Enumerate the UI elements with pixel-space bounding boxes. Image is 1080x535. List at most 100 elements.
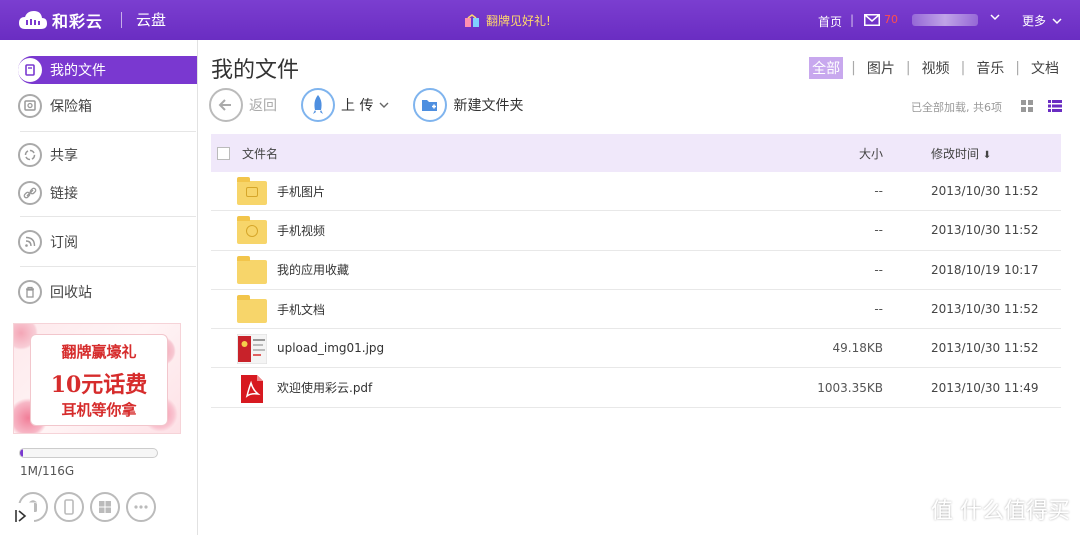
file-size: --: [874, 302, 883, 317]
back-button[interactable]: 返回: [209, 88, 277, 122]
link-icon: [18, 181, 42, 205]
list-view-icon[interactable]: [1048, 99, 1062, 113]
file-time: 2013/10/30 11:52: [931, 341, 1039, 356]
table-row[interactable]: 欢迎使用彩云.pdf 1003.35KB 2013/10/30 11:49: [211, 368, 1061, 408]
file-size: --: [874, 262, 883, 277]
more-label: 更多: [1022, 14, 1047, 28]
more-icon[interactable]: [126, 492, 156, 522]
file-table: 文件名 大小 修改时间 ⬇ 手机图片 -- 2013/10/30 11:52 手…: [211, 134, 1061, 408]
cloud-logo-icon: [19, 11, 47, 29]
column-header-name[interactable]: 文件名: [242, 145, 741, 162]
chevron-down-icon[interactable]: [990, 12, 1000, 22]
promo-subline: 耳机等你拿: [61, 401, 137, 419]
safe-icon: [18, 94, 42, 118]
upload-rocket-icon: [301, 88, 335, 122]
filter-all[interactable]: 全部: [809, 57, 844, 79]
new-folder-label: 新建文件夹: [453, 98, 524, 114]
table-row[interactable]: 我的应用收藏 -- 2018/10/19 10:17: [211, 251, 1061, 290]
storage-usage-text: 1M/116G: [20, 464, 75, 478]
sidebar-item-label: 订阅: [50, 235, 78, 251]
main-content: 我的文件 全部 | 图片 | 视频 | 音乐 | 文档 返回 上 传 新建文件夹…: [199, 40, 1080, 535]
sort-arrow-icon: ⬇: [982, 149, 992, 161]
sidebar-divider: [20, 216, 196, 217]
expand-arrow-icon: [15, 510, 27, 522]
sidebar-divider: [20, 266, 196, 267]
app-name: 云盘: [136, 11, 167, 29]
table-header: 文件名 大小 修改时间 ⬇: [211, 134, 1061, 172]
promo-banner[interactable]: 翻牌赢壕礼 10元话费 耳机等你拿: [13, 323, 181, 434]
sidebar-item-recycle-bin[interactable]: 回收站: [18, 278, 197, 306]
brand-logo[interactable]: 和彩云: [18, 8, 103, 32]
table-row[interactable]: 手机文档 -- 2013/10/30 11:52: [211, 290, 1061, 330]
video-folder-icon: [237, 216, 267, 245]
folder-icon: [237, 295, 267, 324]
filter-divider: |: [1015, 60, 1020, 76]
rss-icon: [18, 230, 42, 254]
file-size: --: [874, 184, 883, 199]
sidebar-item-label: 链接: [50, 186, 78, 202]
top-bar: 和彩云 云盘 翻牌见好礼! 首页 | 70 更多: [0, 0, 1080, 40]
promo-offer: 10元话费: [50, 372, 148, 398]
filter-documents[interactable]: 文档: [1028, 57, 1062, 79]
file-size: 1003.35KB: [817, 380, 883, 395]
folder-icon: [237, 255, 267, 284]
pdf-icon: [237, 374, 267, 403]
table-row[interactable]: 手机图片 -- 2013/10/30 11:52: [211, 172, 1061, 212]
mail-count-badge: 70: [884, 13, 898, 26]
promo-text: 翻牌见好礼!: [486, 14, 551, 28]
windows-icon[interactable]: [90, 492, 120, 522]
chevron-down-icon: [1052, 17, 1062, 24]
file-size: 49.18KB: [832, 341, 883, 356]
file-time: 2013/10/30 11:52: [931, 223, 1039, 238]
sidebar-item-label: 回收站: [50, 285, 92, 301]
new-folder-button[interactable]: 新建文件夹: [413, 88, 523, 122]
table-row[interactable]: 手机视频 -- 2013/10/30 11:52: [211, 211, 1061, 251]
filter-images[interactable]: 图片: [864, 57, 898, 79]
file-name[interactable]: 我的应用收藏: [277, 261, 741, 278]
sidebar-item-link[interactable]: 链接: [18, 179, 197, 207]
file-name[interactable]: 手机视频: [277, 222, 741, 239]
sidebar-item-safe[interactable]: 保险箱: [18, 92, 197, 120]
toolbar: 返回 上 传 新建文件夹: [209, 88, 547, 122]
watermark-text: 值 什么值得买: [931, 499, 1070, 524]
promo-link[interactable]: 翻牌见好礼!: [464, 12, 551, 29]
filter-divider: |: [851, 60, 856, 76]
gift-icon: [465, 13, 479, 27]
file-name[interactable]: upload_img01.jpg: [277, 341, 741, 355]
sidebar-item-label: 我的文件: [50, 63, 106, 79]
new-folder-icon: [413, 88, 448, 122]
filter-music[interactable]: 音乐: [973, 57, 1007, 79]
select-all-checkbox[interactable]: [217, 146, 230, 160]
upload-button[interactable]: 上 传: [301, 88, 389, 122]
collapse-sidebar-button[interactable]: [8, 503, 34, 529]
sidebar: 我的文件 保险箱 共享 链接 订阅 回收站 翻牌赢壕礼 10元话费 耳机等你拿 …: [0, 40, 198, 535]
mail-button[interactable]: 70: [864, 13, 898, 26]
user-name-blurred[interactable]: [912, 14, 978, 26]
file-time: 2013/10/30 11:49: [931, 380, 1039, 395]
sidebar-item-subscribe[interactable]: 订阅: [18, 228, 197, 256]
client-downloads: [18, 492, 162, 522]
back-arrow-icon: [209, 88, 243, 122]
sidebar-item-my-files[interactable]: 我的文件: [18, 56, 197, 84]
promo-card: 翻牌赢壕礼 10元话费 耳机等你拿: [30, 334, 168, 426]
file-name[interactable]: 手机文档: [277, 301, 741, 318]
recycle-bin-icon: [18, 280, 42, 304]
column-header-time[interactable]: 修改时间 ⬇: [931, 145, 1061, 162]
table-row[interactable]: upload_img01.jpg 49.18KB 2013/10/30 11:5…: [211, 329, 1061, 369]
more-menu[interactable]: 更多: [1022, 12, 1062, 29]
filter-videos[interactable]: 视频: [919, 57, 953, 79]
file-name[interactable]: 手机图片: [277, 183, 741, 200]
grid-view-icon[interactable]: [1020, 99, 1034, 113]
sidebar-item-share[interactable]: 共享: [18, 141, 197, 169]
sidebar-divider: [20, 131, 196, 132]
loaded-count: 已全部加载, 共6项: [911, 101, 1002, 114]
home-link[interactable]: 首页: [818, 13, 842, 30]
file-name[interactable]: 欢迎使用彩云.pdf: [277, 379, 741, 396]
file-time: 2013/10/30 11:52: [931, 302, 1039, 317]
phone-icon[interactable]: [54, 492, 84, 522]
my-files-icon: [18, 58, 42, 82]
column-header-size[interactable]: 大小: [741, 145, 931, 162]
file-type-filters: 全部 | 图片 | 视频 | 音乐 | 文档: [809, 57, 1062, 79]
column-header-time-label: 修改时间: [931, 146, 980, 161]
image-thumbnail-icon: [236, 333, 268, 365]
